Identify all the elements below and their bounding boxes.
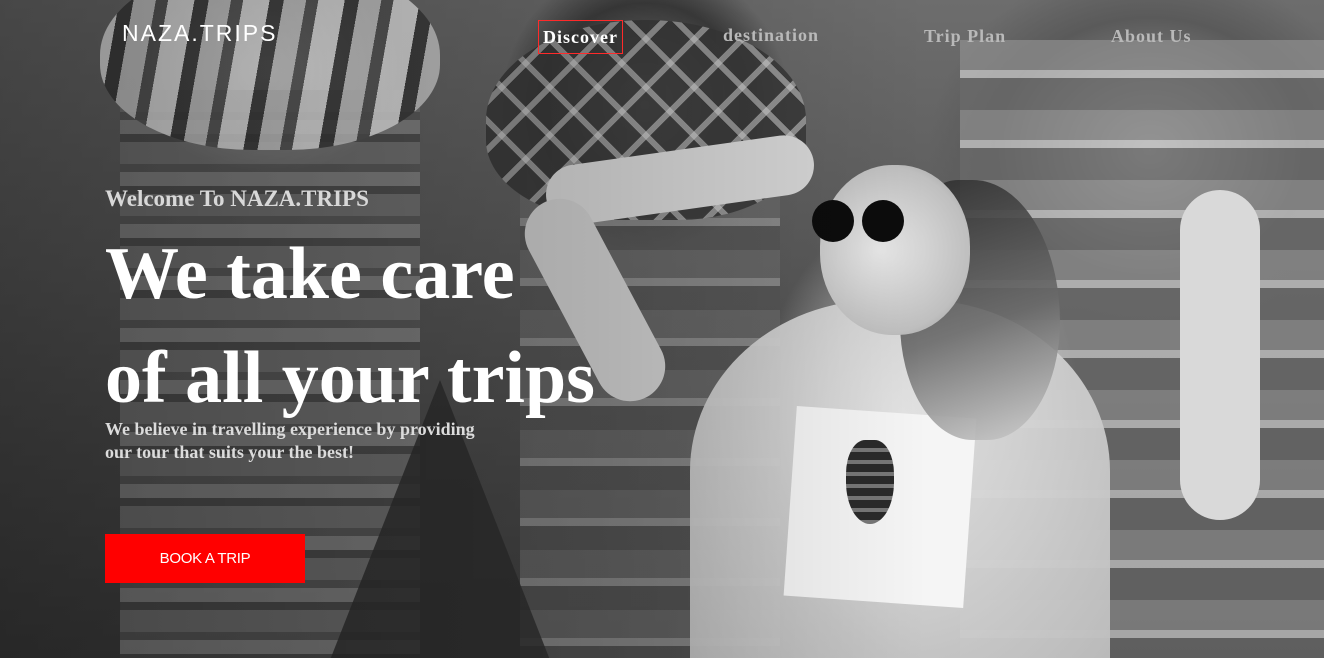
tagline-line-2: our tour that suits your the best! [105, 442, 355, 462]
nav-item-discover[interactable]: Discover [538, 20, 623, 54]
book-trip-button[interactable]: BOOK A TRIP [105, 534, 305, 583]
nav-item-destination[interactable]: destination [723, 19, 819, 51]
hero-section: NAZA.TRIPS Discover destination Trip Pla… [0, 0, 1324, 658]
tagline-line-1: We believe in travelling experience by p… [105, 419, 475, 439]
hero-headline: We take care of all your trips [105, 222, 725, 430]
nav-item-trip-plan[interactable]: Trip Plan [924, 20, 1006, 52]
welcome-text: Welcome To NAZA.TRIPS [105, 186, 369, 211]
hero-tagline: We believe in travelling experience by p… [105, 418, 545, 464]
nav-item-about-us[interactable]: About Us [1111, 20, 1192, 52]
headline-line-1: We take care [105, 233, 515, 315]
headline-line-2: of all your trips [105, 337, 595, 419]
main-nav: Discover destination Trip Plan About Us [0, 20, 1324, 54]
